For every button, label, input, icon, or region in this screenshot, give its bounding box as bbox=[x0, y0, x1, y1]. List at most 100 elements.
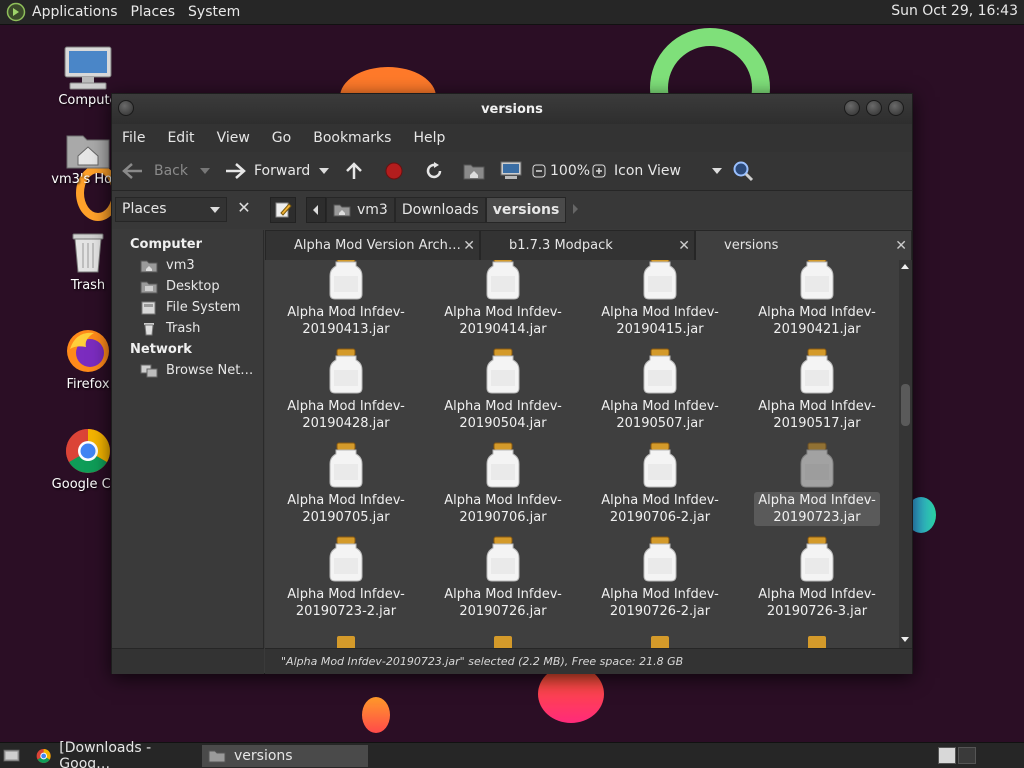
file-item[interactable]: Alpha Mod Infdev- 20190504.jar bbox=[428, 348, 578, 432]
file-name-line2: 20190414.jar bbox=[459, 322, 547, 337]
file-item[interactable]: Alpha Mod Infdev- 20190428.jar bbox=[271, 348, 421, 432]
file-item[interactable]: Alpha Mod Infdev- 20190726-3.jar bbox=[742, 536, 892, 620]
sidebar-item-vm3[interactable]: vm3 bbox=[112, 255, 263, 276]
sidebar-item-file-system[interactable]: File System bbox=[112, 297, 263, 318]
back-button[interactable]: Back bbox=[120, 156, 192, 186]
breadcrumb-item-downloads[interactable]: Downloads bbox=[394, 197, 486, 223]
sidebar-section-network: Network bbox=[130, 342, 192, 357]
back-history-dropdown[interactable] bbox=[192, 156, 218, 186]
file-item[interactable]: Alpha Mod Infdev- 20190415.jar bbox=[585, 260, 735, 338]
file-item[interactable]: Alpha Mod Infdev- 20190421.jar bbox=[742, 260, 892, 338]
menu-view[interactable]: View bbox=[217, 130, 250, 146]
file-name-line1: Alpha Mod Infdev- bbox=[287, 587, 405, 602]
menu-edit[interactable]: Edit bbox=[167, 130, 194, 146]
icon-view[interactable]: Alpha Mod Infdev- 20190413.jar Alpha Mod I… bbox=[265, 260, 899, 648]
file-item[interactable]: Alpha Mod Infdev- 20190517.jar bbox=[742, 348, 892, 432]
file-item[interactable]: Alpha Mod Infdev- 20190507.jar bbox=[585, 348, 735, 432]
zoom-in-button[interactable] bbox=[588, 156, 610, 186]
file-item[interactable]: Alpha Mod Infdev- 20190706.jar bbox=[428, 442, 578, 526]
up-button[interactable] bbox=[334, 156, 374, 186]
file-item[interactable]: Alpha Mod Infdev- 20190726-2.jar bbox=[585, 536, 735, 620]
breadcrumb-item-vm3[interactable]: vm3 bbox=[326, 197, 395, 223]
tab-versions[interactable]: versions ✕ bbox=[695, 230, 912, 260]
file-name-line2: 20190726-2.jar bbox=[609, 604, 711, 619]
breadcrumb-left-arrow[interactable] bbox=[306, 197, 326, 223]
jar-file-icon bbox=[329, 536, 363, 582]
tab-label: versions bbox=[724, 238, 779, 253]
mate-logo-icon[interactable] bbox=[6, 2, 26, 22]
file-name-line1: Alpha Mod Infdev- bbox=[758, 493, 876, 508]
applications-menu[interactable]: Applications bbox=[32, 4, 118, 20]
file-item[interactable]: Alpha Mod Infdev- 20190705.jar bbox=[271, 442, 421, 526]
close-tab-icon[interactable]: ✕ bbox=[678, 238, 690, 254]
file-name-line2: 20190504.jar bbox=[459, 416, 547, 431]
desktop-folder-icon bbox=[140, 281, 158, 293]
home-button[interactable] bbox=[454, 156, 494, 186]
panel-clock[interactable]: Sun Oct 29, 16:43 bbox=[891, 3, 1018, 19]
folder-icon bbox=[208, 750, 226, 762]
menu-help[interactable]: Help bbox=[413, 130, 445, 146]
file-item[interactable]: Alpha Mod Infdev- 20190726.jar bbox=[428, 536, 578, 620]
view-mode-select[interactable]: Icon View bbox=[610, 156, 726, 186]
vertical-scrollbar[interactable] bbox=[899, 260, 912, 648]
window-menu-icon[interactable] bbox=[118, 100, 134, 116]
workspace-switcher-2[interactable] bbox=[958, 747, 976, 764]
taskbar-item-versions[interactable]: versions bbox=[202, 744, 368, 767]
menu-bookmarks[interactable]: Bookmarks bbox=[313, 130, 391, 146]
breadcrumb-right-arrow[interactable] bbox=[566, 197, 586, 223]
tab-b173-modpack[interactable]: b1.7.3 Modpack ✕ bbox=[480, 230, 695, 260]
file-item[interactable]: Alpha Mod Infdev- 20190723-2.jar bbox=[271, 536, 421, 620]
file-item[interactable]: Alpha Mod Infdev- 20190706-2.jar bbox=[585, 442, 735, 526]
menu-go[interactable]: Go bbox=[272, 130, 291, 146]
file-item[interactable]: Alpha Mod Infdev- 20190723.jar bbox=[742, 442, 892, 526]
menubar: File Edit View Go Bookmarks Help bbox=[112, 124, 912, 152]
location-bar: Places ✕ vm3 Downloads versions bbox=[112, 191, 912, 229]
forward-button[interactable]: Forward bbox=[218, 156, 314, 186]
workspace-switcher[interactable] bbox=[938, 747, 956, 764]
tab-alpha-mod-version-archive[interactable]: Alpha Mod Version Arch… ✕ bbox=[265, 230, 480, 260]
file-item-partial[interactable] bbox=[494, 636, 512, 648]
maximize-icon[interactable] bbox=[866, 100, 882, 116]
toggle-location-entry-button[interactable] bbox=[270, 197, 296, 223]
file-name-line1: Alpha Mod Infdev- bbox=[444, 587, 562, 602]
file-item-partial[interactable] bbox=[651, 636, 669, 648]
jar-file-icon bbox=[486, 536, 520, 582]
computer-button[interactable] bbox=[494, 156, 528, 186]
stop-button[interactable] bbox=[374, 156, 414, 186]
close-sidebar-button[interactable]: ✕ bbox=[232, 197, 256, 221]
close-tab-icon[interactable]: ✕ bbox=[895, 238, 907, 254]
minimize-icon[interactable] bbox=[844, 100, 860, 116]
scroll-up-arrow[interactable] bbox=[901, 264, 909, 269]
zoom-out-button[interactable] bbox=[528, 156, 550, 186]
jar-file-icon bbox=[800, 260, 834, 300]
search-button[interactable] bbox=[726, 156, 760, 186]
forward-history-dropdown[interactable] bbox=[314, 156, 334, 186]
sidebar-type-select[interactable]: Places bbox=[115, 197, 227, 222]
close-window-icon[interactable] bbox=[888, 100, 904, 116]
tab-label: Alpha Mod Version Arch… bbox=[294, 238, 461, 253]
scroll-down-arrow[interactable] bbox=[901, 637, 909, 642]
file-manager-window: versions File Edit View Go Bookmarks Hel… bbox=[111, 93, 913, 674]
window-titlebar[interactable]: versions bbox=[112, 94, 912, 124]
file-item-partial[interactable] bbox=[808, 636, 826, 648]
scrollbar-thumb[interactable] bbox=[901, 384, 910, 426]
system-menu[interactable]: System bbox=[188, 4, 240, 20]
file-item[interactable]: Alpha Mod Infdev- 20190414.jar bbox=[428, 260, 578, 338]
places-menu[interactable]: Places bbox=[131, 4, 176, 20]
file-name-line1: Alpha Mod Infdev- bbox=[601, 587, 719, 602]
taskbar-item-chrome-downloads[interactable]: [Downloads - Goog… bbox=[30, 740, 200, 768]
file-item[interactable]: Alpha Mod Infdev- 20190413.jar bbox=[271, 260, 421, 338]
sidebar-item-browse-network[interactable]: Browse Net… bbox=[112, 360, 263, 381]
view-mode-label: Icon View bbox=[614, 163, 681, 179]
file-item-partial[interactable] bbox=[337, 636, 355, 648]
sidebar-item-desktop[interactable]: Desktop bbox=[112, 276, 263, 297]
file-name-line1: Alpha Mod Infdev- bbox=[287, 493, 405, 508]
sidebar-item-label: vm3 bbox=[166, 258, 195, 273]
close-tab-icon[interactable]: ✕ bbox=[463, 238, 475, 254]
menu-file[interactable]: File bbox=[122, 130, 145, 146]
show-desktop-button[interactable] bbox=[0, 745, 28, 767]
zoom-level[interactable]: 100% bbox=[550, 156, 590, 186]
sidebar-item-trash[interactable]: Trash bbox=[112, 318, 263, 339]
breadcrumb-item-versions[interactable]: versions bbox=[485, 197, 567, 223]
reload-button[interactable] bbox=[414, 156, 454, 186]
